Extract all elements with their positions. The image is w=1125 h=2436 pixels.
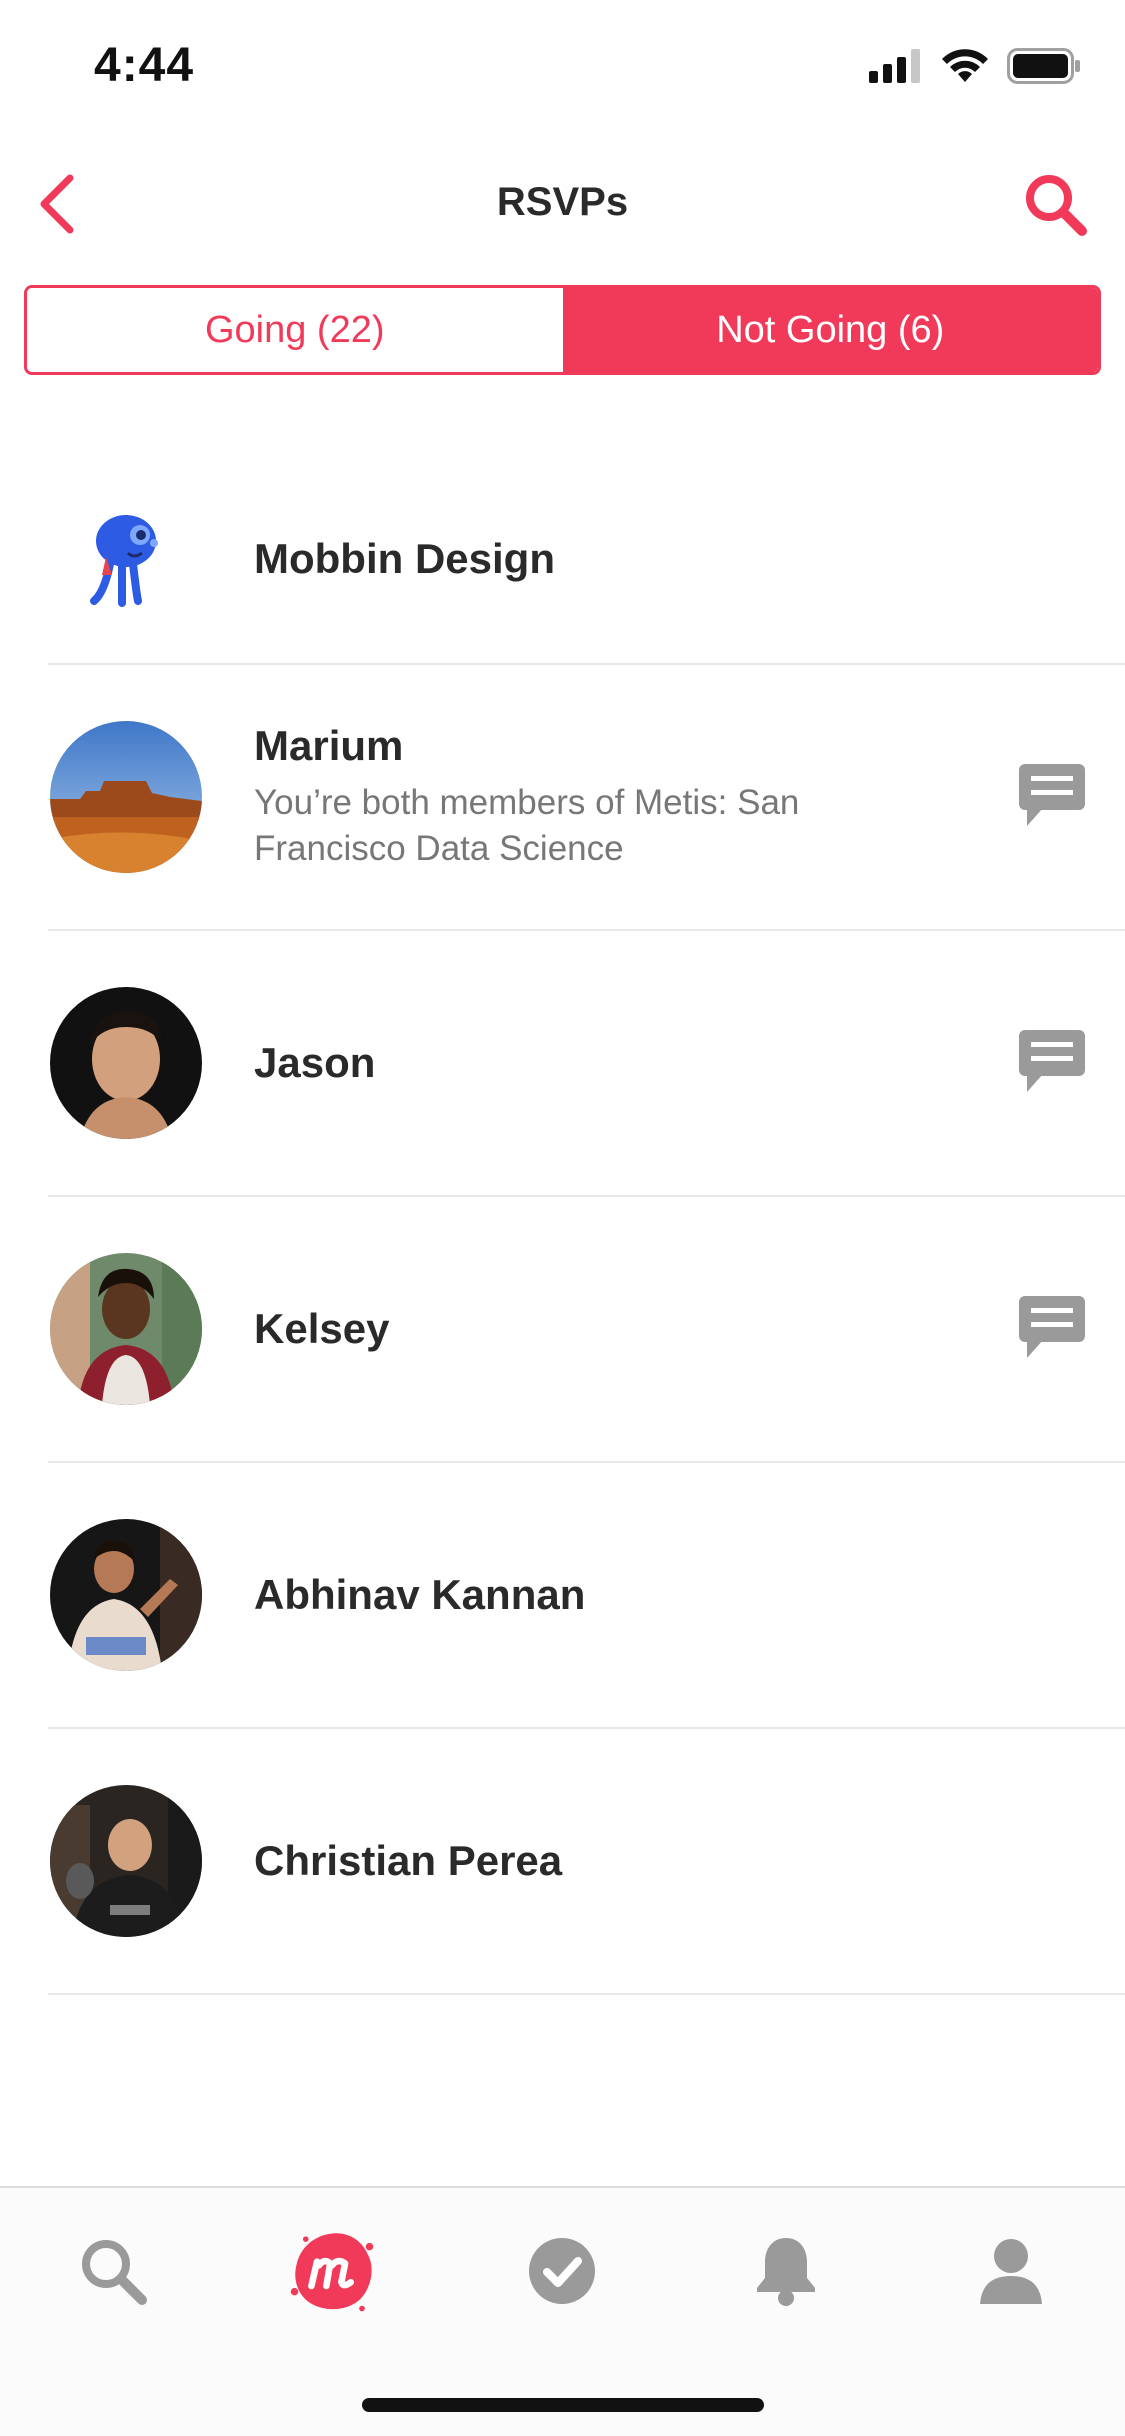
portrait-avatar — [50, 1785, 202, 1937]
rsvp-list: Mobbin Design Marium You’re both members… — [0, 455, 1125, 1995]
portrait-avatar — [50, 987, 202, 1139]
battery-icon — [1007, 48, 1080, 84]
checkmark-icon — [529, 2238, 595, 2304]
mascot-avatar — [50, 483, 202, 635]
status-icons — [869, 48, 1081, 84]
tab-going-label: Going (22) — [204, 308, 385, 351]
member-subtitle: You’re both members of Metis: San Franci… — [254, 783, 800, 868]
home-indicator — [362, 2398, 764, 2412]
tab-search[interactable] — [68, 2226, 158, 2316]
wifi-icon — [942, 49, 988, 82]
search-icon — [1026, 175, 1087, 236]
tab-profile[interactable] — [966, 2226, 1056, 2316]
member-name: Christian Perea — [254, 1837, 563, 1884]
list-item[interactable]: Kelsey — [48, 1197, 1125, 1463]
member-name: Abhinav Kannan — [254, 1571, 586, 1618]
member-text: Marium You’re both members of Metis: San… — [254, 722, 894, 872]
member-text: Jason — [254, 1039, 894, 1087]
member-text: Mobbin Design — [254, 535, 894, 583]
search-icon — [82, 2240, 147, 2305]
desert-avatar — [50, 721, 202, 873]
list-item[interactable]: Mobbin Design — [48, 455, 1125, 665]
page-title: RSVPs — [496, 180, 629, 224]
tab-not-going-label: Not Going (6) — [716, 308, 945, 351]
member-name: Marium — [254, 722, 404, 769]
portrait-avatar — [50, 1519, 202, 1671]
member-name: Mobbin Design — [254, 535, 555, 582]
list-item[interactable]: Marium You’re both members of Metis: San… — [48, 665, 1125, 931]
message-button[interactable] — [1017, 1294, 1087, 1364]
cellular-signal-icon — [869, 49, 920, 83]
meetup-logo-icon — [290, 2233, 374, 2312]
chat-bubble-icon — [1019, 764, 1085, 826]
status-time: 4:44 — [94, 39, 195, 92]
chat-bubble-icon — [1019, 1030, 1085, 1092]
member-text: Christian Perea — [254, 1837, 894, 1885]
message-button[interactable] — [1017, 1028, 1087, 1098]
member-name: Jason — [254, 1039, 376, 1086]
tab-calendar[interactable] — [517, 2226, 607, 2316]
tab-not-going[interactable]: Not Going (6) — [562, 288, 1098, 372]
member-name: Kelsey — [254, 1305, 390, 1352]
portrait-avatar — [50, 1253, 202, 1405]
profile-icon — [980, 2239, 1042, 2304]
list-item[interactable]: Christian Perea — [48, 1729, 1125, 1995]
rsvp-segmented-control: Going (22) Not Going (6) — [24, 285, 1101, 375]
list-item[interactable]: Abhinav Kannan — [48, 1463, 1125, 1729]
list-item[interactable]: Jason — [48, 931, 1125, 1197]
search-button[interactable] — [1015, 164, 1095, 244]
bell-icon — [757, 2238, 815, 2306]
nav-bar: RSVPs — [0, 140, 1125, 265]
chat-bubble-icon — [1019, 1296, 1085, 1358]
message-button[interactable] — [1017, 762, 1087, 832]
tab-going[interactable]: Going (22) — [27, 288, 563, 372]
tab-notifications[interactable] — [741, 2226, 831, 2316]
status-bar: 4:44 — [0, 0, 1125, 132]
member-text: Kelsey — [254, 1305, 894, 1353]
member-text: Abhinav Kannan — [254, 1571, 894, 1619]
tab-home[interactable] — [287, 2226, 377, 2316]
